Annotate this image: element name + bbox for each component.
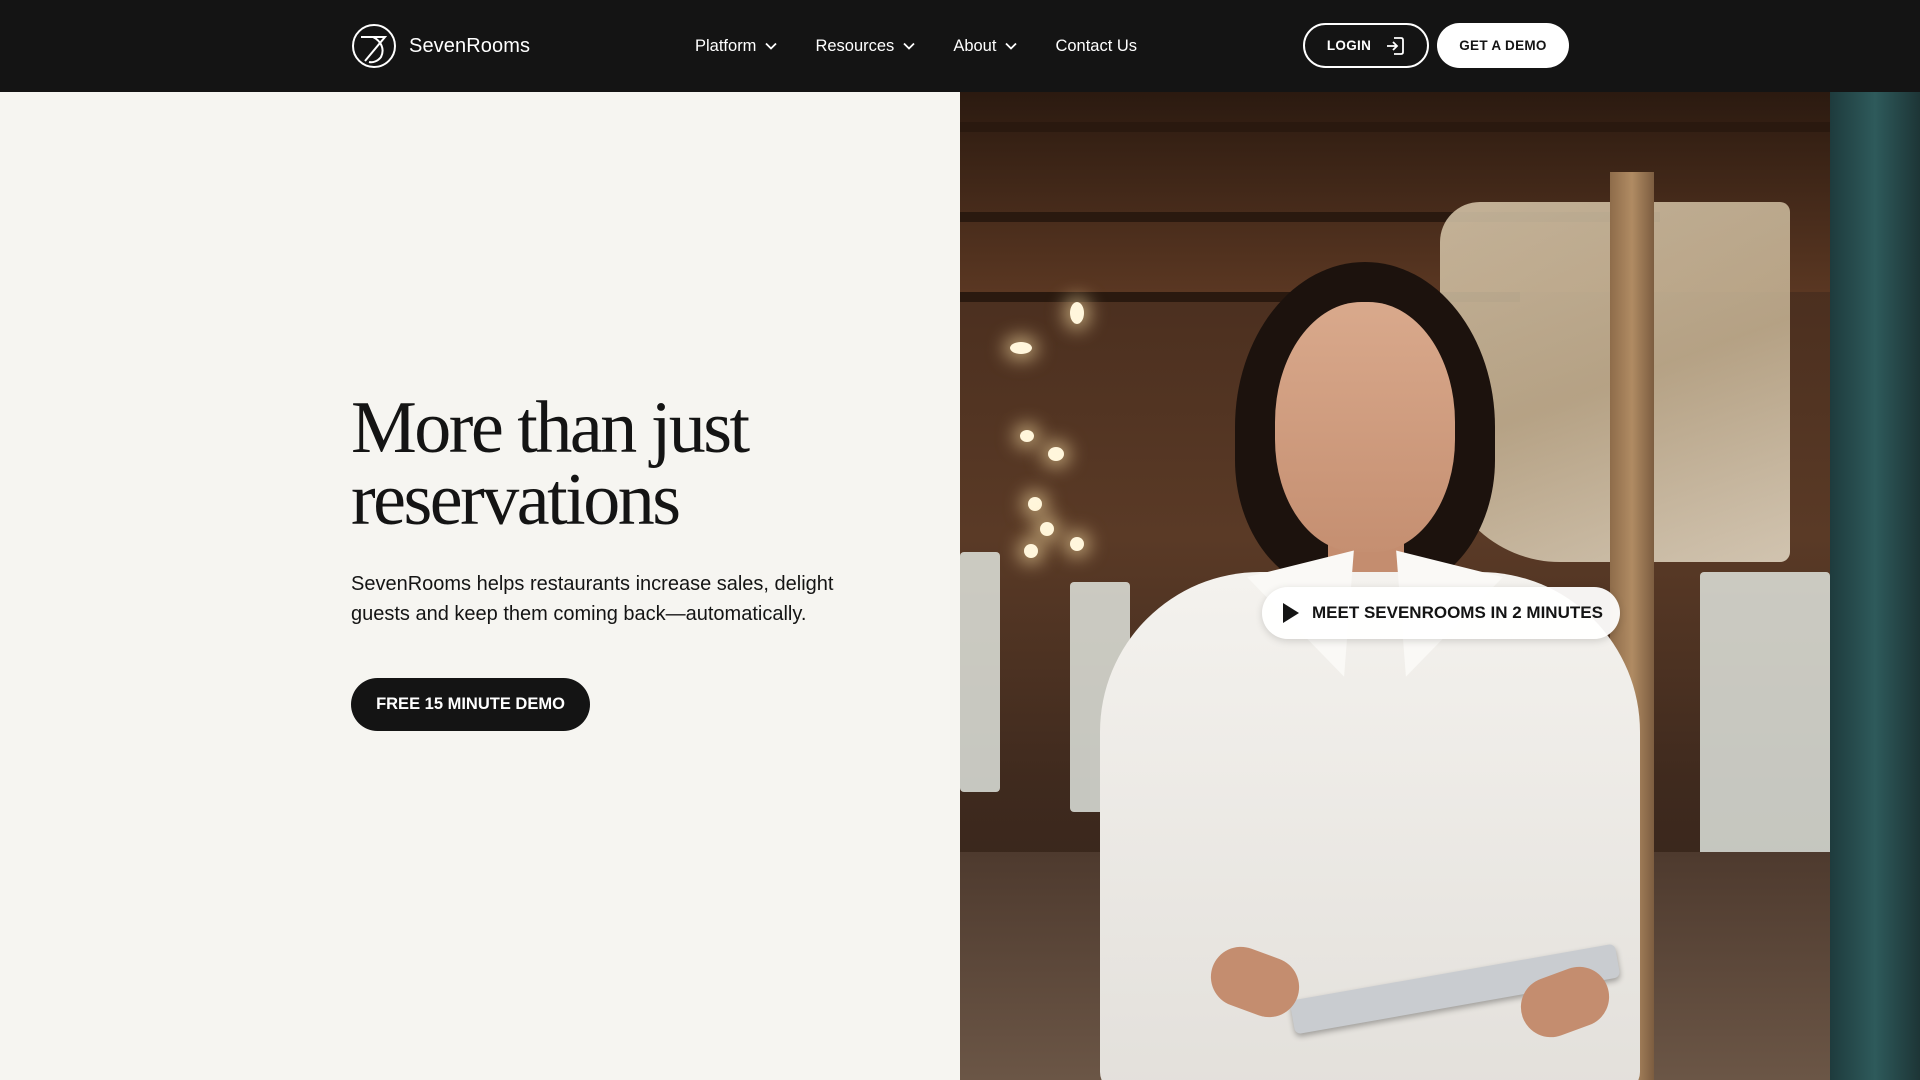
- ceiling-light: [1028, 497, 1042, 511]
- scene-door: [1830, 92, 1920, 1080]
- video-label: MEET SEVENROOMS IN 2 MINUTES: [1312, 603, 1603, 622]
- ceiling-light: [1024, 544, 1038, 558]
- nav-platform[interactable]: Platform: [695, 36, 778, 56]
- ceiling-light: [1020, 430, 1034, 442]
- main-menu: Platform Resources About Contact Us: [695, 0, 1137, 92]
- nav-contact-us-label: Contact Us: [1055, 36, 1138, 55]
- ceiling-light: [1048, 447, 1064, 461]
- ceiling-light: [1070, 537, 1084, 551]
- nav-about[interactable]: About: [953, 36, 1018, 56]
- chevron-down-icon: [765, 42, 778, 50]
- play-icon: [1283, 603, 1299, 623]
- headline-line-2: reservations: [351, 459, 681, 541]
- nav-platform-label: Platform: [695, 36, 757, 55]
- get-a-demo-button[interactable]: GET A DEMO: [1437, 23, 1569, 68]
- hero-subtext: SevenRooms helps restaurants increase sa…: [351, 569, 871, 629]
- login-label: LOGIN: [1326, 38, 1372, 53]
- logo-text: SevenRooms: [409, 34, 531, 57]
- login-button[interactable]: LOGIN: [1303, 23, 1429, 68]
- nav-resources[interactable]: Resources: [815, 37, 915, 56]
- scene-window: [960, 552, 1000, 792]
- login-arrow-icon: [1387, 36, 1405, 55]
- play-video-button[interactable]: MEET SEVENROOMS IN 2 MINUTES: [1262, 587, 1620, 639]
- person-face: [1275, 302, 1455, 552]
- free-demo-button[interactable]: FREE 15 MINUTE DEMO: [351, 678, 590, 731]
- nav-contact-us[interactable]: Contact Us: [1055, 37, 1137, 56]
- chevron-down-icon: [903, 42, 915, 50]
- scene-beam: [960, 122, 1920, 132]
- headline-line-1: More than just: [351, 387, 750, 469]
- hero-video-image: [960, 92, 1920, 1080]
- chevron-down-icon: [1005, 42, 1018, 50]
- ceiling-light: [1010, 342, 1032, 354]
- nav-resources-label: Resources: [815, 36, 895, 55]
- top-navigation: SevenRooms Platform Resources About Cont…: [0, 0, 1920, 92]
- nav-about-label: About: [953, 36, 997, 55]
- scene-window: [1700, 572, 1830, 872]
- sevenrooms-logo-icon: [352, 24, 396, 68]
- hero-headline: More than just reservations: [351, 391, 871, 537]
- ceiling-light: [1040, 522, 1054, 536]
- ceiling-light: [1070, 302, 1084, 324]
- logo-link[interactable]: SevenRooms: [351, 23, 530, 69]
- subtext-line-1: SevenRooms helps restaurants increase sa…: [351, 573, 834, 595]
- subtext-line-2: guests and keep them coming back—automat…: [351, 603, 807, 625]
